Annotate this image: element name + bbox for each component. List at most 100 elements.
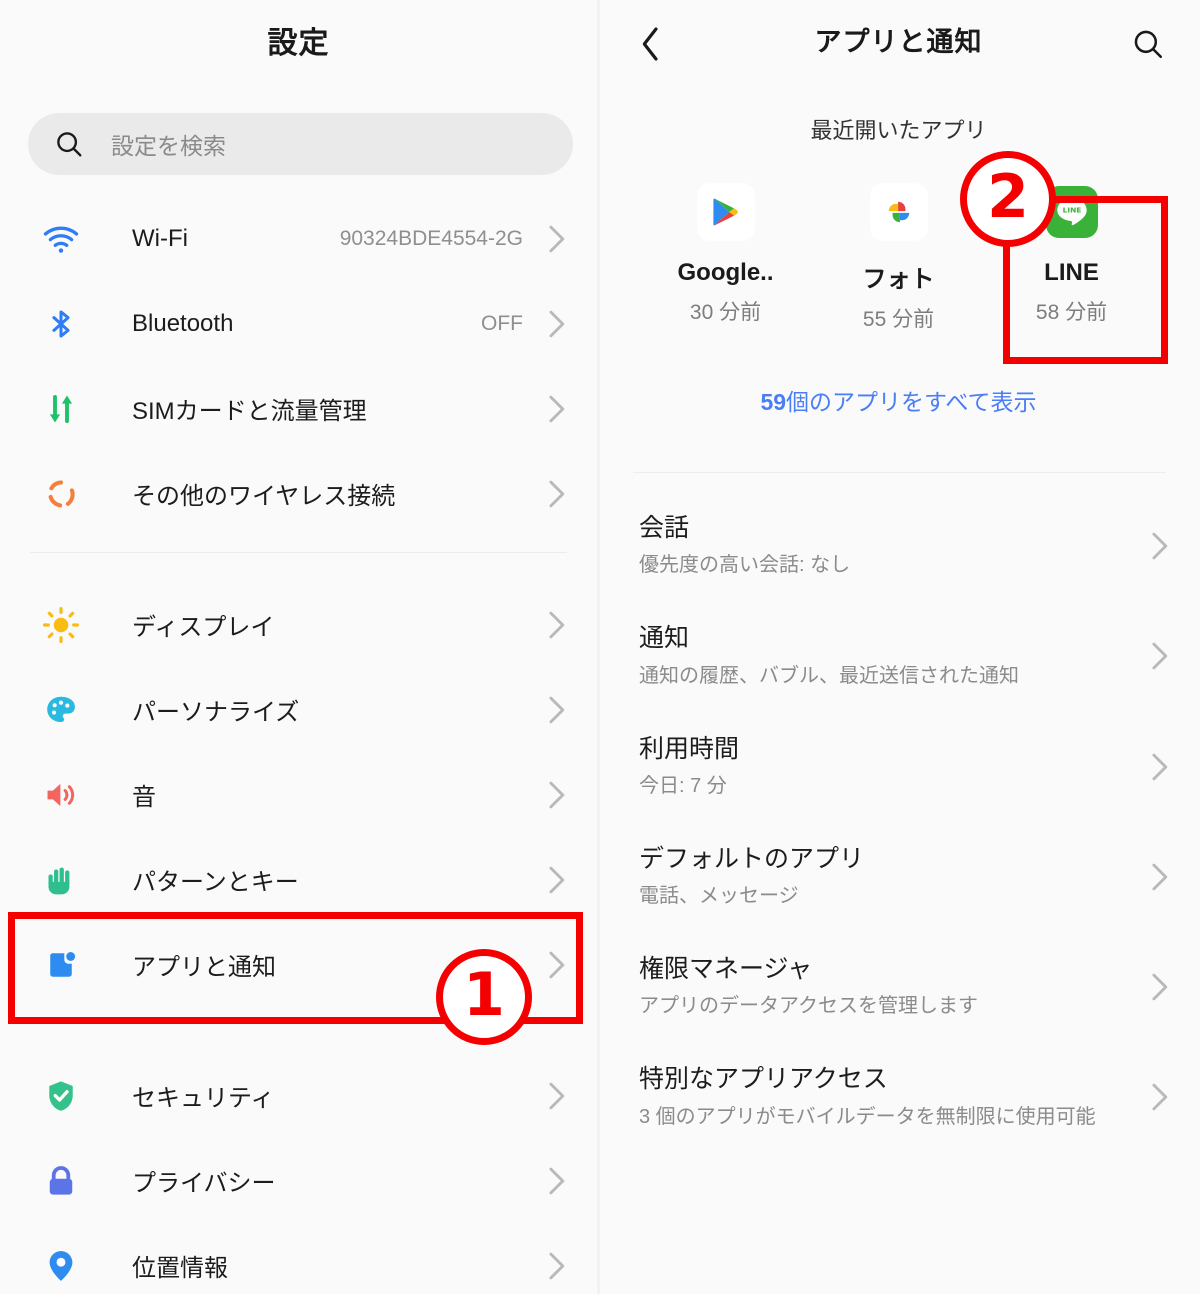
list-item-subtitle: 今日: 7 分 (639, 774, 727, 797)
list-divider (30, 1023, 567, 1024)
settings-list: Wi-Fi 90324BDE4554-2G Bluetooth OFF SIMカ… (0, 196, 597, 1294)
display-brightness-icon (40, 604, 82, 646)
google-photos-icon (869, 183, 928, 241)
chevron-right-icon (1148, 970, 1170, 1004)
sidebar-item-bluetooth[interactable]: Bluetooth OFF (0, 281, 597, 366)
sidebar-item-apps-notifications[interactable]: アプリと通知 (0, 922, 597, 1007)
location-pin-icon (40, 1245, 82, 1287)
recent-app-item[interactable]: フォト 55 分前 (812, 183, 985, 333)
chevron-right-icon (1148, 1080, 1170, 1114)
list-item-default-apps[interactable]: デフォルトのアプリ 電話、メッセージ (597, 822, 1200, 932)
show-all-apps-count: 59 (760, 389, 787, 415)
recent-app-item[interactable]: LINE LINE 58 分前 (985, 183, 1158, 333)
sidebar-item-label: プライバシー (132, 1170, 276, 1197)
sidebar-item-other-wireless[interactable]: その他のワイヤレス接続 (0, 451, 597, 536)
security-shield-icon (40, 1075, 82, 1117)
chevron-right-icon (1148, 860, 1170, 894)
chevron-right-icon (1148, 750, 1170, 784)
page-title: 設定 (267, 27, 330, 60)
chevron-right-icon (545, 693, 567, 727)
chevron-right-icon (1148, 529, 1170, 563)
recent-app-time: 58 分前 (1035, 301, 1108, 324)
sim-data-icon (40, 388, 82, 430)
apps-notifications-panel: アプリと通知 最近開いたアプリ Google.. 30 分前 フォト 55 分前… (597, 0, 1200, 1294)
recent-app-name: LINE (1044, 259, 1099, 286)
sidebar-item-value: OFF (481, 311, 523, 335)
search-settings-input[interactable]: 設定を検索 (28, 113, 573, 175)
sidebar-item-personalize[interactable]: パーソナライズ (0, 667, 597, 752)
list-divider (30, 552, 567, 553)
sidebar-item-label: ディスプレイ (132, 614, 275, 641)
wifi-icon (40, 218, 82, 260)
show-all-apps-link[interactable]: 59個のアプリをすべて表示 (597, 383, 1200, 417)
list-item-title: 利用時間 (639, 734, 740, 763)
list-item-subtitle: 通知の履歴、バブル、最近送信された通知 (639, 664, 1019, 687)
chevron-right-icon (545, 477, 567, 511)
list-item-subtitle: 優先度の高い会話: なし (639, 554, 851, 577)
chevron-right-icon (545, 307, 567, 341)
sidebar-item-label: パーソナライズ (132, 699, 300, 726)
sidebar-item-sound[interactable]: 音 (0, 752, 597, 837)
chevron-right-icon (1148, 639, 1170, 673)
list-item-conversations[interactable]: 会話 優先度の高い会話: なし (597, 491, 1200, 601)
sidebar-item-display[interactable]: ディスプレイ (0, 582, 597, 667)
sidebar-item-wifi[interactable]: Wi-Fi 90324BDE4554-2G (0, 196, 597, 281)
settings-group-privacy: セキュリティ プライバシー 位置情報 (0, 1053, 597, 1294)
list-item-screen-time[interactable]: 利用時間 今日: 7 分 (597, 712, 1200, 822)
apps-settings-list: 会話 優先度の高い会話: なし 通知 通知の履歴、バブル、最近送信された通知 利… (597, 491, 1200, 1153)
list-item-subtitle: アプリのデータアクセスを管理します (639, 995, 978, 1018)
page-title: アプリと通知 (814, 27, 983, 57)
search-placeholder: 設定を検索 (111, 133, 226, 159)
sidebar-item-label: その他のワイヤレス接続 (132, 483, 396, 510)
recent-app-name: Google.. (677, 259, 774, 286)
panel-divider (597, 0, 600, 1294)
gesture-hand-icon (40, 859, 82, 901)
sidebar-item-location[interactable]: 位置情報 (0, 1223, 597, 1294)
chevron-right-icon (545, 948, 567, 982)
privacy-lock-icon (40, 1160, 82, 1202)
recent-app-item[interactable]: Google.. 30 分前 (639, 183, 812, 333)
chevron-right-icon (545, 222, 567, 256)
chevron-right-icon (545, 778, 567, 812)
list-item-notifications[interactable]: 通知 通知の履歴、バブル、最近送信された通知 (597, 601, 1200, 711)
sidebar-item-label: パターンとキー (132, 869, 299, 896)
list-item-subtitle: 電話、メッセージ (639, 885, 799, 907)
line-icon: LINE (1043, 183, 1101, 241)
sidebar-item-label: 音 (132, 784, 156, 811)
recent-app-time: 55 分前 (862, 308, 935, 331)
list-item-special-app-access[interactable]: 特別なアプリアクセス 3 個のアプリがモバイルデータを無制限に使用可能 (597, 1042, 1200, 1152)
sidebar-item-label: アプリと通知 (132, 954, 276, 981)
chevron-right-icon (545, 608, 567, 642)
section-divider (633, 472, 1166, 473)
chevron-right-icon (545, 863, 567, 897)
google-play-icon (696, 183, 755, 241)
sidebar-item-label: SIMカードと流量管理 (132, 398, 367, 425)
settings-panel: 設定 設定を検索 Wi-Fi 90324BDE4554-2G Bluetooth… (0, 0, 597, 1294)
show-all-apps-text: 個のアプリをすべて表示 (786, 389, 1037, 415)
list-item-title: 権限マネージャ (639, 955, 813, 983)
sidebar-item-label: セキュリティ (132, 1085, 275, 1112)
sidebar-item-label: 位置情報 (132, 1255, 228, 1282)
bluetooth-icon (40, 303, 82, 345)
settings-dual-screenshot: 設定 設定を検索 Wi-Fi 90324BDE4554-2G Bluetooth… (0, 0, 1200, 1294)
chevron-right-icon (545, 1164, 567, 1198)
apps-notifications-icon (40, 944, 82, 986)
app-bar: アプリと通知 (597, 0, 1200, 88)
sidebar-item-security[interactable]: セキュリティ (0, 1053, 597, 1138)
list-item-title: 特別なアプリアクセス (639, 1065, 888, 1094)
list-item-permission-manager[interactable]: 権限マネージャ アプリのデータアクセスを管理します (597, 932, 1200, 1042)
sidebar-item-label: Bluetooth (132, 309, 234, 337)
sidebar-item-gesture[interactable]: パターンとキー (0, 837, 597, 922)
list-item-subtitle: 3 個のアプリがモバイルデータを無制限に使用可能 (639, 1105, 1096, 1128)
sound-speaker-icon (40, 774, 82, 816)
chevron-right-icon (545, 1249, 567, 1283)
recent-app-time: 30 分前 (689, 301, 762, 324)
recent-app-name: フォト (862, 266, 935, 293)
list-item-title: デフォルトのアプリ (639, 844, 865, 873)
list-item-title: 通知 (639, 624, 690, 653)
sidebar-item-privacy[interactable]: プライバシー (0, 1138, 597, 1223)
search-icon (54, 129, 84, 159)
recent-apps-label: 最近開いたアプリ (810, 118, 987, 143)
recent-apps-row: Google.. 30 分前 フォト 55 分前 LINE LINE 58 分前 (597, 183, 1200, 333)
sidebar-item-sim-data[interactable]: SIMカードと流量管理 (0, 366, 597, 451)
